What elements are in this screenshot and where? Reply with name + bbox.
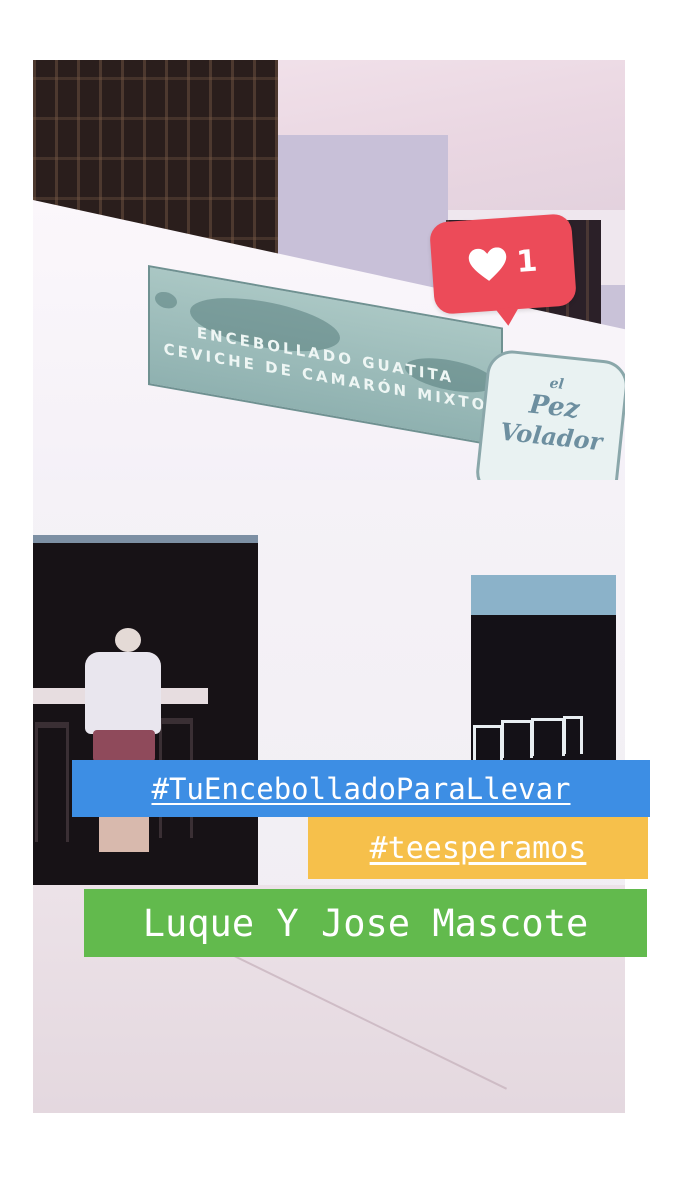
person-head <box>115 628 141 652</box>
fish-illustration <box>155 290 177 311</box>
hashtag-sticker[interactable]: #TuEncebolladoParaLlevar <box>72 760 650 817</box>
person-shorts <box>93 730 155 762</box>
location-text: Luque Y Jose Mascote <box>142 901 589 945</box>
hashtag-text: #teesperamos <box>369 830 587 866</box>
person <box>85 652 161 734</box>
white-chair <box>501 720 533 758</box>
white-chair <box>563 716 583 754</box>
hashtag-text: #TuEncebolladoParaLlevar <box>151 771 571 806</box>
white-chair <box>531 718 565 756</box>
location-sticker[interactable]: Luque Y Jose Mascote <box>84 889 647 957</box>
hashtag-sticker[interactable]: #teesperamos <box>308 817 648 879</box>
white-chair <box>473 725 503 763</box>
bar-stool <box>35 722 69 842</box>
like-sticker[interactable]: 1 <box>428 213 578 315</box>
heart-icon <box>468 247 506 281</box>
like-count: 1 <box>515 243 539 281</box>
